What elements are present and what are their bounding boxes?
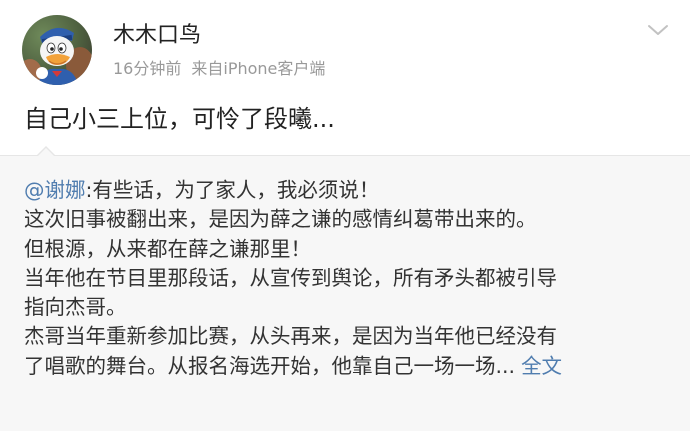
author-name[interactable]: 木木口鸟: [113, 22, 201, 50]
repost-line: 杰哥当年重新参加比赛，从头再来，是因为当年他已经没有: [24, 324, 557, 349]
post-source: 来自iPhone客户端: [191, 59, 326, 78]
chevron-down-icon: [648, 25, 668, 35]
repost-line: 指向杰哥。: [24, 295, 127, 320]
full-text-link[interactable]: 全文: [521, 354, 562, 378]
repost-line: 但根源，从来都在薛之谦那里！: [24, 236, 311, 261]
weibo-post-card: 木木口鸟 16分钟前 来自iPhone客户端 自己小三上位，可怜了段曦... @谢…: [0, 0, 690, 431]
donald-duck-avatar-image: [22, 15, 92, 85]
post-time: 16分钟前: [113, 59, 182, 78]
repost-line: 这次旧事被翻出来，是因为薛之谦的感情纠葛带出来的。: [24, 207, 537, 232]
mention-link[interactable]: @谢娜: [24, 178, 86, 202]
repost-body[interactable]: @谢娜:有些话，为了家人，我必须说！ 这次旧事被翻出来，是因为薛之谦的感情纠葛带…: [24, 176, 674, 381]
post-text: 自己小三上位，可怜了段曦...: [24, 105, 335, 133]
repost-line: 当年他在节目里那段话，从宣传到舆论，所有矛头都被引导: [24, 265, 557, 290]
post-meta: 16分钟前 来自iPhone客户端: [113, 58, 325, 80]
more-options-button[interactable]: [645, 20, 671, 40]
repost-line: 了唱歌的舞台。从报名海选开始，他靠自己一场一场... 全文: [24, 353, 563, 378]
avatar[interactable]: [22, 15, 92, 85]
repost-line: @谢娜:有些话，为了家人，我必须说！: [24, 178, 380, 202]
